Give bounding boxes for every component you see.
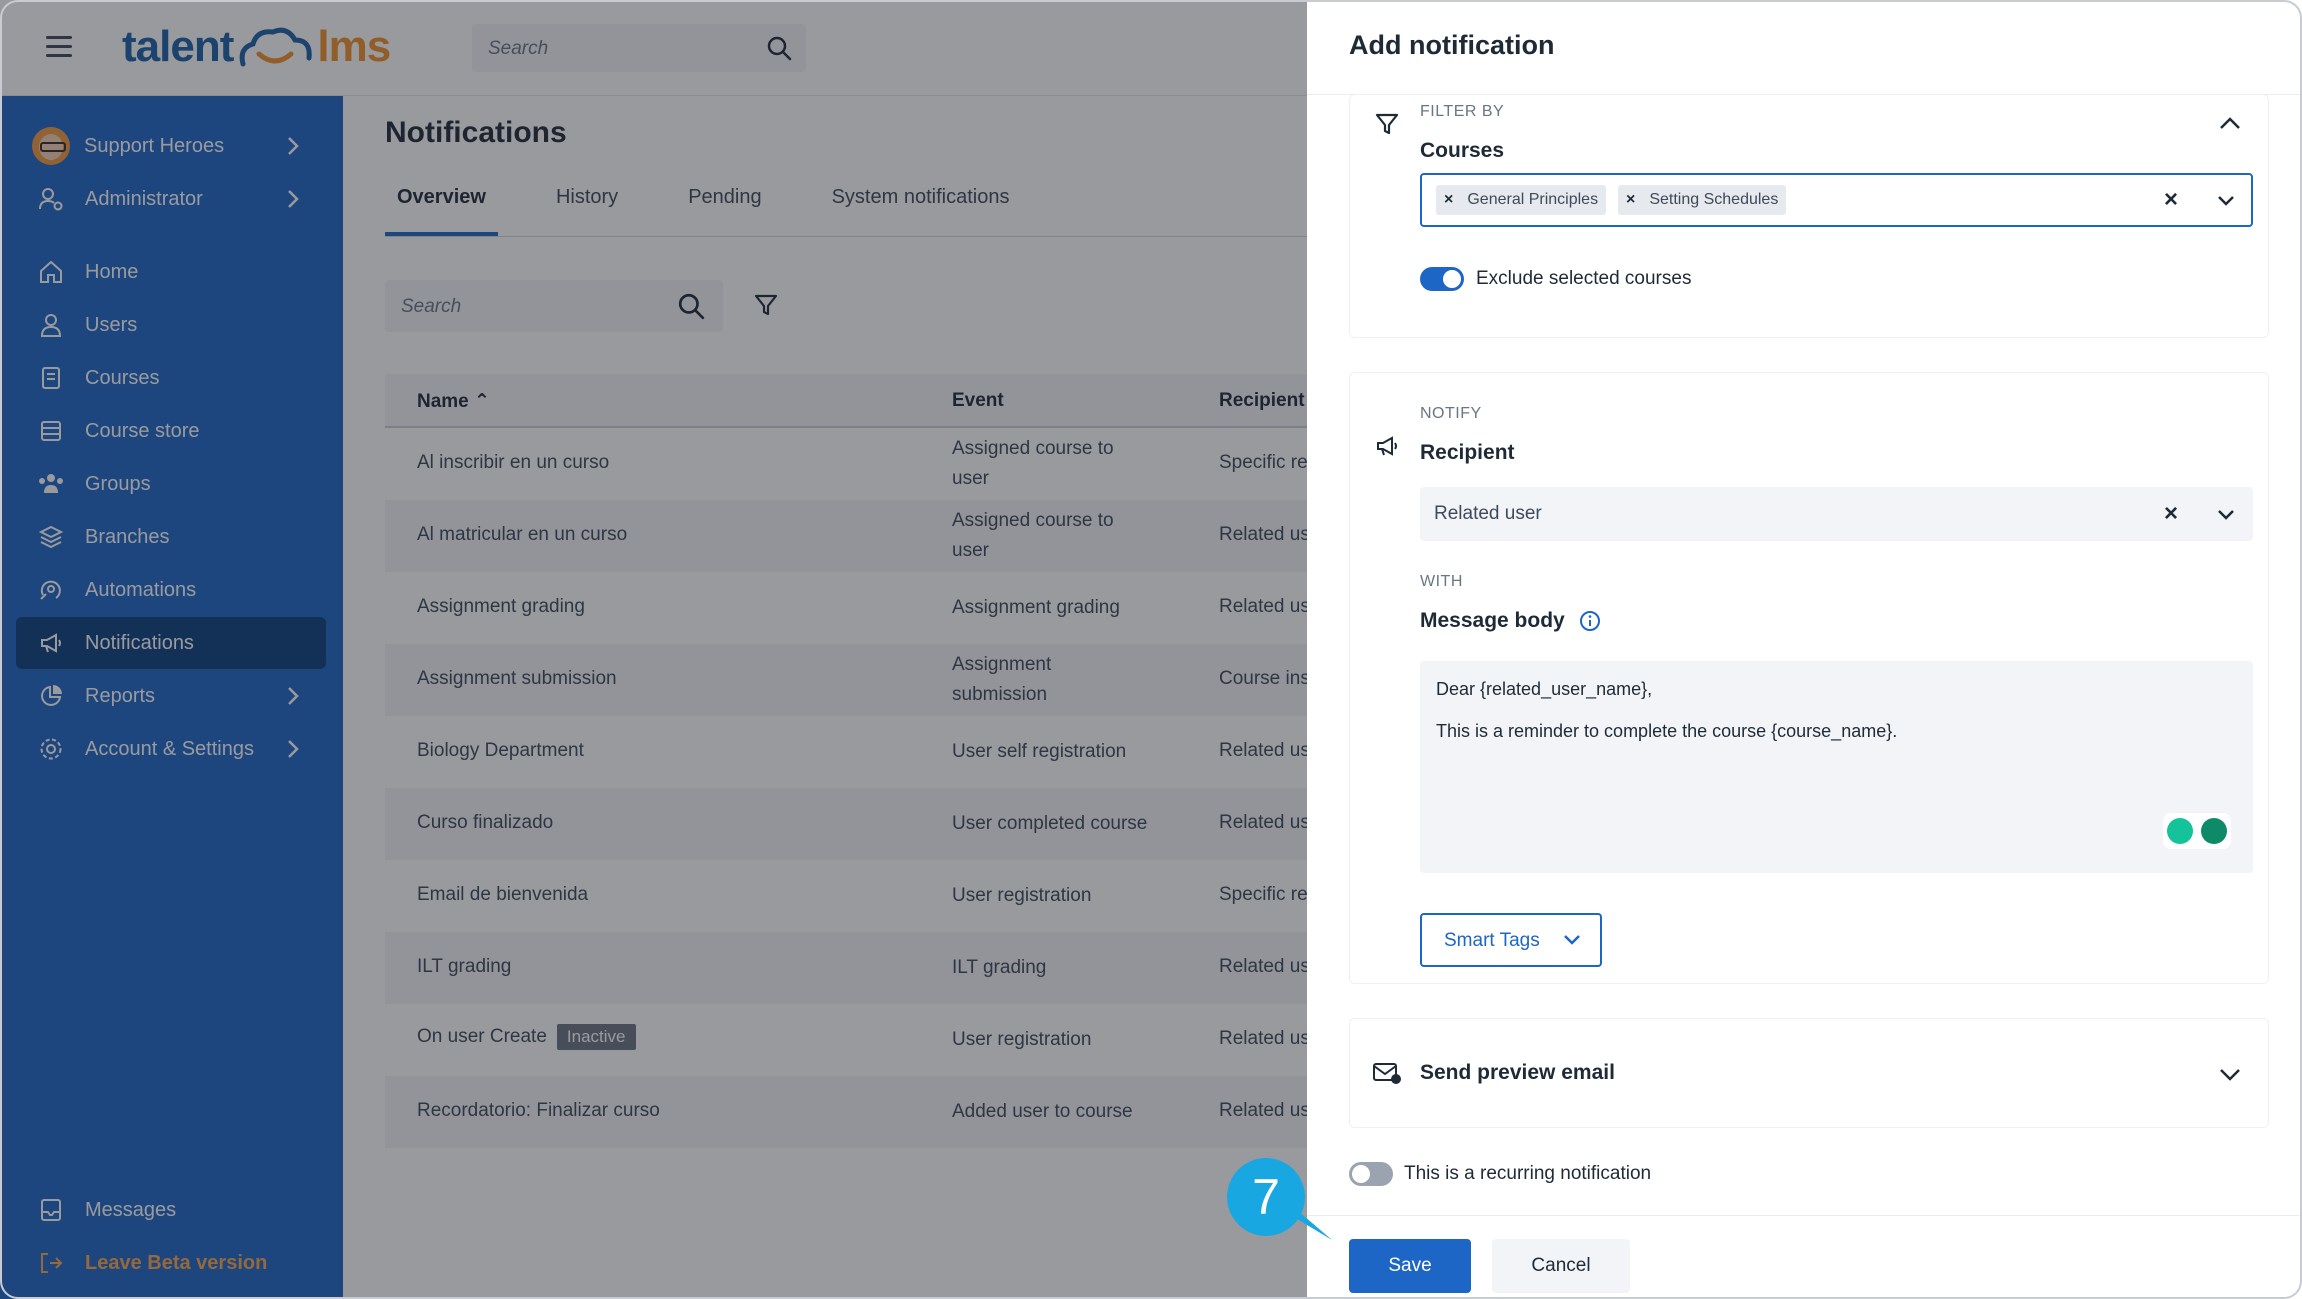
cancel-button[interactable]: Cancel: [1492, 1239, 1630, 1293]
notify-section-label: NOTIFY: [1420, 405, 1482, 422]
clear-selection-icon[interactable]: ×: [2164, 186, 2178, 214]
courses-title: Courses: [1420, 139, 1505, 162]
info-icon[interactable]: [1579, 610, 1601, 632]
courses-multiselect[interactable]: × General Principles × Setting Schedules ×: [1420, 173, 2253, 227]
add-notification-panel: Add notification FILTER BY Courses × Gene…: [1307, 0, 2302, 1299]
course-chip: × Setting Schedules: [1618, 185, 1787, 215]
panel-title: Add notification: [1349, 30, 1555, 60]
chevron-down-icon: [1564, 935, 1580, 945]
clear-recipient-icon[interactable]: ×: [2164, 500, 2178, 528]
chevron-down-icon[interactable]: [2216, 194, 2236, 208]
grammarly-widget[interactable]: [2163, 813, 2231, 849]
send-preview-label: Send preview email: [1420, 1061, 1615, 1084]
modal-overlay[interactable]: [0, 0, 1307, 1299]
with-section-label: WITH: [1420, 573, 1463, 590]
grammarly-icon[interactable]: [2201, 818, 2227, 844]
save-button[interactable]: Save: [1349, 1239, 1471, 1293]
email-preview-icon: [1373, 1063, 1401, 1084]
chevron-down-icon[interactable]: [2218, 1067, 2242, 1083]
filter-card: FILTER BY Courses × General Principles × S…: [1349, 94, 2269, 338]
message-line-1: Dear {related_user_name},: [1436, 679, 1653, 699]
recipient-select-value: Related user: [1434, 503, 1542, 524]
message-body-title: Message body: [1420, 609, 1601, 633]
smart-tags-dropdown[interactable]: Smart Tags: [1420, 913, 1602, 967]
preview-card[interactable]: Send preview email: [1349, 1018, 2269, 1128]
recurring-toggle[interactable]: [1349, 1162, 1393, 1186]
recurring-label: This is a recurring notification: [1404, 1163, 1652, 1184]
exclude-courses-label: Exclude selected courses: [1476, 268, 1692, 289]
smart-tags-label: Smart Tags: [1444, 930, 1540, 951]
chevron-down-icon[interactable]: [2216, 508, 2236, 522]
message-body-textarea[interactable]: Dear {related_user_name}, This is a remi…: [1420, 661, 2253, 873]
megaphone-icon: [1377, 436, 1397, 456]
remove-chip-icon[interactable]: ×: [1444, 191, 1453, 209]
course-chip-label: Setting Schedules: [1649, 191, 1779, 208]
message-body-title-text: Message body: [1420, 609, 1565, 632]
step-number-callout: 7: [1227, 1158, 1305, 1236]
filter-section-label: FILTER BY: [1420, 103, 1505, 120]
course-chip: × General Principles: [1436, 185, 1607, 215]
course-chip-label: General Principles: [1467, 191, 1599, 208]
exclude-courses-toggle[interactable]: [1420, 267, 1464, 291]
message-line-2: This is a reminder to complete the cours…: [1436, 721, 1898, 741]
filter-icon: [1375, 113, 1399, 135]
footer-divider: [1307, 1215, 2302, 1216]
remove-chip-icon[interactable]: ×: [1626, 191, 1635, 209]
recipient-select[interactable]: Related user ×: [1420, 487, 2253, 541]
notify-card: NOTIFY Recipient Related user × WITH Mes…: [1349, 372, 2269, 984]
app-background: talent lms Search Support Heroes Adminis…: [0, 0, 1307, 1299]
chevron-up-icon[interactable]: [2218, 115, 2242, 131]
lightbulb-icon[interactable]: [2167, 818, 2193, 844]
recipient-title: Recipient: [1420, 441, 1515, 464]
